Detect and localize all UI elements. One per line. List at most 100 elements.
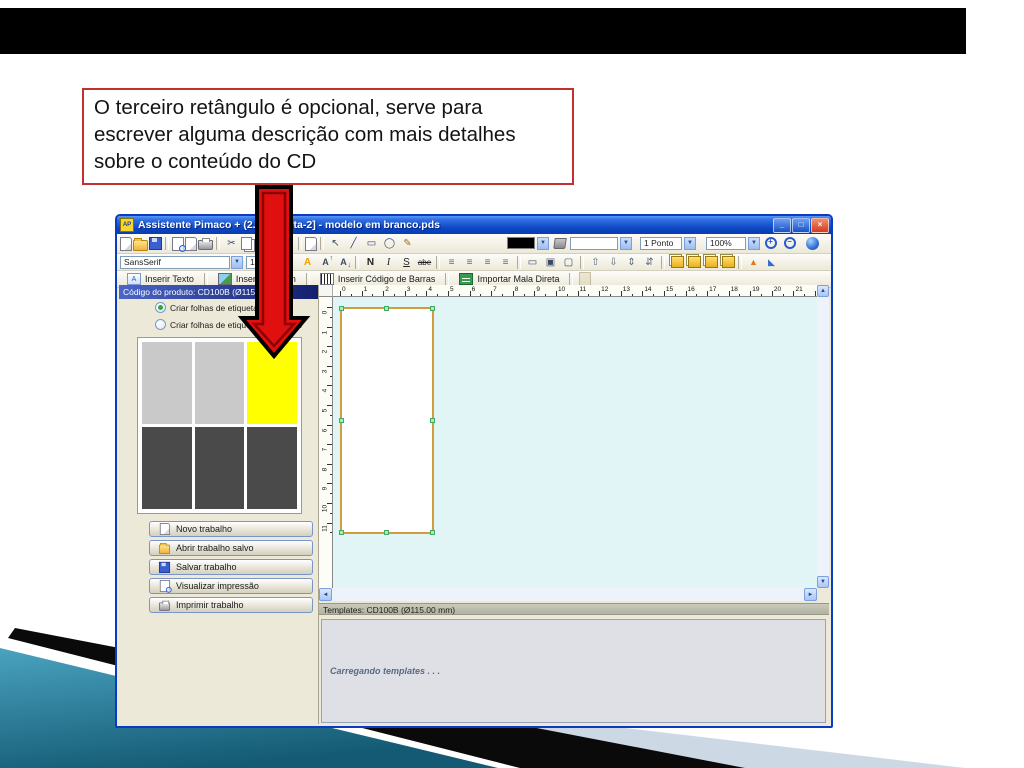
- bring-front-icon[interactable]: [671, 256, 684, 268]
- separator[interactable]: [661, 255, 665, 269]
- separator[interactable]: [271, 237, 275, 250]
- resize-handle[interactable]: [384, 530, 389, 535]
- titlebar[interactable]: AP Assistente Pimaco + (2.2.0) [Beta-2] …: [117, 216, 831, 234]
- horizontal-scrollbar[interactable]: ◄ ►: [319, 588, 817, 601]
- scroll-up-icon[interactable]: ▲: [817, 285, 829, 297]
- bold-icon[interactable]: N: [362, 255, 379, 269]
- pointer-icon[interactable]: ↖: [327, 237, 344, 251]
- save-icon[interactable]: [149, 237, 162, 250]
- separator[interactable]: [517, 255, 521, 269]
- label-cell[interactable]: [194, 342, 245, 424]
- resize-handle[interactable]: [339, 417, 344, 423]
- rectangle-icon[interactable]: ▭: [363, 237, 380, 251]
- fill-color-select[interactable]: [570, 236, 618, 250]
- flip-icon[interactable]: ◣: [763, 255, 780, 269]
- label-cell[interactable]: [194, 427, 245, 509]
- separator[interactable]: [436, 255, 440, 269]
- label-cell-highlighted[interactable]: [247, 342, 297, 424]
- send-backward-icon[interactable]: [722, 256, 735, 268]
- separator[interactable]: [738, 255, 742, 269]
- send-back-icon[interactable]: [688, 256, 701, 268]
- help-globe-icon[interactable]: [806, 236, 819, 250]
- label-rectangle[interactable]: [339, 306, 435, 535]
- valign-top-icon[interactable]: ⇧: [587, 255, 604, 269]
- strikethrough-icon[interactable]: abe: [416, 255, 433, 269]
- font-family-select[interactable]: SansSerif: [120, 255, 230, 269]
- align-right-icon[interactable]: ≡: [479, 255, 496, 269]
- separator[interactable]: [165, 237, 169, 250]
- decrease-font-icon[interactable]: A: [335, 255, 352, 269]
- print-preview-icon[interactable]: [172, 236, 186, 252]
- line-icon[interactable]: ╱: [345, 237, 362, 251]
- scroll-right-icon[interactable]: ►: [804, 588, 817, 601]
- cut-icon[interactable]: ✂: [223, 237, 240, 251]
- resize-handle[interactable]: [430, 306, 435, 311]
- resize-handle[interactable]: [339, 530, 344, 535]
- ellipse-icon[interactable]: ◯: [381, 237, 398, 251]
- separator[interactable]: [320, 237, 324, 250]
- resize-handle[interactable]: [430, 530, 435, 535]
- increase-font-icon[interactable]: A: [317, 255, 334, 269]
- scroll-left-icon[interactable]: ◄: [319, 588, 332, 601]
- print-job-button[interactable]: Imprimir trabalho: [149, 597, 313, 613]
- radio-equal-sheets[interactable]: Criar folhas de etiquetas iguais: [155, 302, 287, 313]
- valign-middle-icon[interactable]: ⇕: [623, 255, 640, 269]
- preview-job-button[interactable]: Visualizar impressão: [149, 578, 313, 594]
- separator[interactable]: [298, 237, 302, 250]
- open-job-button[interactable]: Abrir trabalho salvo: [149, 540, 313, 556]
- line-width-select[interactable]: 1 Ponto: [640, 236, 682, 250]
- paste-icon[interactable]: [256, 236, 268, 251]
- valign-bottom-icon[interactable]: ⇩: [605, 255, 622, 269]
- save-job-button[interactable]: Salvar trabalho: [149, 559, 313, 575]
- rotate-icon[interactable]: ▲: [745, 255, 762, 269]
- scroll-down-icon[interactable]: ▼: [817, 576, 829, 588]
- fill-bucket-icon[interactable]: [552, 237, 567, 249]
- print-icon[interactable]: [198, 238, 213, 250]
- font-size-select[interactable]: 10: [246, 255, 280, 269]
- frame-fill-icon[interactable]: ▣: [542, 255, 559, 269]
- close-button[interactable]: ×: [811, 217, 829, 233]
- vertical-scrollbar[interactable]: ▲ ▼: [817, 285, 829, 588]
- font-color-icon[interactable]: A: [299, 255, 316, 269]
- resize-handle[interactable]: [430, 417, 435, 423]
- undo-icon[interactable]: ↶: [278, 237, 295, 251]
- font-size-caret[interactable]: ▼: [281, 255, 293, 269]
- zoom-select[interactable]: 100%: [706, 236, 746, 250]
- new-job-button[interactable]: Novo trabalho: [149, 521, 313, 537]
- separator[interactable]: [355, 255, 359, 269]
- line-color-caret[interactable]: ▼: [537, 236, 549, 250]
- bring-forward-icon[interactable]: [705, 256, 718, 268]
- line-color-swatch[interactable]: [507, 237, 535, 249]
- fill-color-caret[interactable]: ▼: [620, 236, 632, 250]
- design-canvas[interactable]: [333, 297, 817, 588]
- minimize-button[interactable]: _: [773, 217, 791, 233]
- valign-distribute-icon[interactable]: ⇵: [641, 255, 658, 269]
- restore-button[interactable]: □: [792, 217, 810, 233]
- page-icon[interactable]: [305, 236, 317, 251]
- label-cell[interactable]: [247, 427, 297, 509]
- separator[interactable]: [580, 255, 584, 269]
- label-cell[interactable]: [142, 342, 192, 424]
- radio-icon[interactable]: [155, 302, 166, 313]
- separator[interactable]: [216, 237, 220, 250]
- paste-special-icon[interactable]: [578, 272, 591, 286]
- resize-handle[interactable]: [384, 306, 389, 311]
- zoom-in-icon[interactable]: [762, 236, 779, 250]
- resize-handle[interactable]: [339, 306, 344, 311]
- align-center-icon[interactable]: ≡: [461, 255, 478, 269]
- align-justify-icon[interactable]: ≡: [497, 255, 514, 269]
- brush-icon[interactable]: ✎: [399, 237, 416, 251]
- zoom-out-icon[interactable]: [781, 236, 798, 250]
- underline-icon[interactable]: S: [398, 255, 415, 269]
- frame-box-icon[interactable]: ▢: [560, 255, 577, 269]
- open-icon[interactable]: [133, 237, 148, 251]
- zoom-caret[interactable]: ▼: [748, 236, 760, 250]
- label-cell[interactable]: [142, 427, 192, 509]
- page-setup-icon[interactable]: [185, 236, 197, 251]
- font-family-caret[interactable]: ▼: [231, 255, 243, 269]
- align-left-icon[interactable]: ≡: [443, 255, 460, 269]
- radio-different-sheets[interactable]: Criar folhas de etiquetas diferentes: [155, 319, 302, 330]
- line-width-caret[interactable]: ▼: [684, 236, 696, 250]
- italic-icon[interactable]: I: [380, 255, 397, 269]
- copy-icon[interactable]: [241, 237, 252, 250]
